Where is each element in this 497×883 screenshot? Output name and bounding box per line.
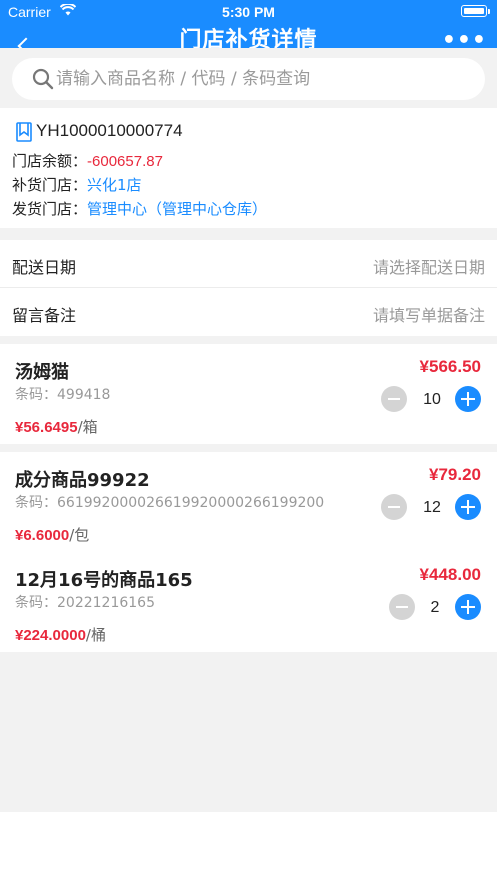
remark-field[interactable]: 留言备注 请填写单据备注 xyxy=(0,288,497,336)
decrease-button[interactable] xyxy=(381,494,407,520)
store-label: 补货门店： xyxy=(12,176,88,194)
balance-label: 门店余额： xyxy=(12,152,88,170)
search-section xyxy=(0,48,497,108)
product-item: 汤姆猫 条码：499418 ¥56.6495/箱 ¥566.50 10 xyxy=(0,344,497,444)
order-number: YH1000010000774 xyxy=(36,121,183,140)
status-bar: Carrier 5:30 PM xyxy=(0,0,497,24)
decrease-button[interactable] xyxy=(389,594,415,620)
search-icon xyxy=(32,68,54,90)
quantity-value[interactable]: 2 xyxy=(423,599,447,617)
nav-header: Carrier 5:30 PM 门店补货详情 ••• xyxy=(0,0,497,55)
ship-row: 发货门店：管理中心（管理中心仓库） xyxy=(12,198,267,219)
product-name: 汤姆猫 xyxy=(15,362,69,383)
search-input[interactable] xyxy=(56,66,476,92)
unit-label: /桶 xyxy=(85,626,106,644)
bottom-bar xyxy=(0,812,497,883)
unit-label: /箱 xyxy=(77,418,98,436)
unit-price-value: ¥224.0000 xyxy=(15,627,86,644)
unit-price: ¥224.0000/桶 xyxy=(15,624,106,645)
remark-label: 留言备注 xyxy=(12,306,77,325)
unit-price: ¥6.6000/包 xyxy=(15,524,89,545)
ship-value[interactable]: 管理中心（管理中心仓库） xyxy=(87,200,267,218)
unit-label: /包 xyxy=(69,526,90,544)
unit-price-value: ¥56.6495 xyxy=(15,419,78,436)
unit-price-value: ¥6.6000 xyxy=(15,527,70,544)
search-bar[interactable] xyxy=(12,58,485,100)
item-total: ¥448.00 xyxy=(419,565,481,584)
order-info-card: YH1000010000774 门店余额：-600657.87 补货门店：兴化1… xyxy=(0,108,497,228)
increase-button[interactable] xyxy=(455,494,481,520)
decrease-button[interactable] xyxy=(381,386,407,412)
product-code: 条码：661992000026619920000266199200 xyxy=(15,495,325,511)
store-row: 补货门店：兴化1店 xyxy=(12,174,142,195)
balance-row: 门店余额：-600657.87 xyxy=(12,150,163,171)
product-name: 12月16号的商品165 xyxy=(15,570,193,591)
product-code: 条码：499418 xyxy=(15,387,111,403)
remark-input[interactable]: 请填写单据备注 xyxy=(373,302,485,326)
bookmark-icon xyxy=(16,122,32,142)
increase-button[interactable] xyxy=(455,594,481,620)
product-name: 成分商品99922 xyxy=(15,470,150,491)
balance-value: -600657.87 xyxy=(87,153,163,170)
product-item: 成分商品99922 条码：661992000026619920000266199… xyxy=(0,452,497,552)
delivery-date-input[interactable]: 请选择配送日期 xyxy=(373,254,485,278)
store-value[interactable]: 兴化1店 xyxy=(87,176,142,194)
ship-label: 发货门店： xyxy=(12,200,88,218)
increase-button[interactable] xyxy=(455,386,481,412)
product-item: 12月16号的商品165 条码：20221216165 ¥224.0000/桶 … xyxy=(0,552,497,652)
status-time: 5:30 PM xyxy=(222,4,275,20)
delivery-date-field[interactable]: 配送日期 请选择配送日期 xyxy=(0,240,497,288)
battery-icon xyxy=(461,5,490,17)
delivery-date-label: 配送日期 xyxy=(12,258,77,277)
product-code: 条码：20221216165 xyxy=(15,595,155,611)
unit-price: ¥56.6495/箱 xyxy=(15,416,98,437)
quantity-value[interactable]: 10 xyxy=(420,391,444,409)
item-total: ¥566.50 xyxy=(419,357,481,376)
item-total: ¥79.20 xyxy=(429,465,481,484)
quantity-value[interactable]: 12 xyxy=(420,499,444,517)
